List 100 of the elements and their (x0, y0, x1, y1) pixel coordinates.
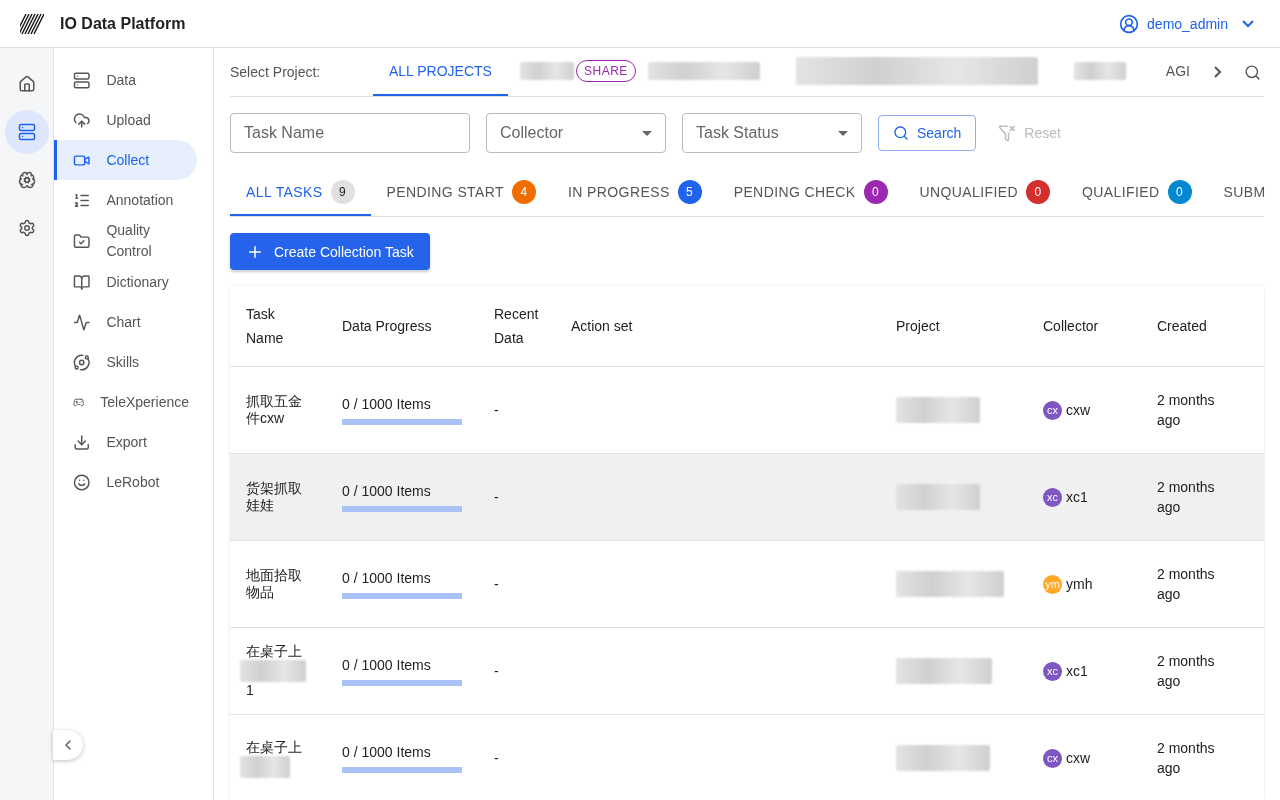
recent-data-text: - (494, 662, 500, 680)
nav-item[interactable]: Export (54, 422, 197, 462)
created-text: 2 months ago (1157, 478, 1216, 517)
task-name: 1 (246, 682, 255, 699)
count-badge: 9 (330, 179, 355, 204)
nav-item[interactable]: Chart (54, 302, 197, 342)
wave-icon (73, 312, 91, 332)
collector-name: cxw (1066, 749, 1091, 767)
created-text: 2 months ago (1157, 652, 1216, 691)
status-select[interactable]: Task Status (682, 113, 862, 153)
status-tab[interactable]: SUBM (1207, 169, 1266, 216)
avatar: ym (1043, 574, 1062, 594)
redacted-label (519, 62, 574, 80)
created-text: 2 months ago (1157, 739, 1216, 778)
status-tab[interactable]: PENDING CHECK 0 (717, 169, 904, 216)
avatar: cx (1043, 748, 1062, 768)
brain-gear-icon (17, 171, 36, 189)
table-row[interactable]: 抓取五金件cxw 0 / 1000 Items - cx cxw 2 months ago (230, 367, 1264, 454)
created-text: 2 months ago (1157, 391, 1216, 430)
folder-check-icon (73, 231, 91, 251)
project-tab[interactable]: ALL PROJECTS (373, 48, 508, 96)
collector-name: xc1 (1066, 662, 1088, 680)
book-icon (73, 272, 91, 292)
task-name: 货架抓取娃娃 (246, 480, 303, 514)
avatar: xc (1043, 661, 1062, 681)
count-badge: 4 (512, 179, 536, 204)
collector-name: cxw (1066, 401, 1091, 419)
count-badge: 5 (677, 179, 702, 204)
count-badge: 0 (1167, 179, 1192, 204)
project-tab[interactable]: AGI (1149, 48, 1206, 96)
search-icon (893, 125, 909, 141)
column-header: Collector (1042, 317, 1100, 336)
status-tab[interactable]: ALL TASKS 9 (230, 169, 371, 216)
column-header: Recent Data (493, 305, 540, 348)
home-icon (17, 75, 36, 93)
created-text: 2 months ago (1157, 565, 1216, 604)
table-row[interactable]: 货架抓取娃娃 0 / 1000 Items - xc xc1 2 months ago (230, 454, 1264, 541)
collector-name: xc1 (1066, 488, 1088, 506)
nav-item[interactable]: LeRobot (54, 462, 197, 502)
avatar: cx (1043, 400, 1062, 420)
status-tab[interactable]: QUALIFIED 0 (1066, 169, 1208, 216)
cloud-upload-icon (73, 110, 91, 130)
table-row[interactable]: 在桌子上 0 / 1000 Items - cx cxw 2 months ago (230, 715, 1264, 800)
nav-item[interactable]: TeleXperience (54, 382, 197, 422)
app-title: IO Data Platform (60, 14, 187, 33)
progress-text: 0 / 1000 Items (342, 569, 432, 587)
status-tab[interactable]: PENDING START 4 (370, 169, 552, 216)
avatar: xc (1043, 487, 1062, 507)
column-header: Action set (570, 317, 634, 336)
column-header: Project (895, 317, 941, 336)
project-tab[interactable]: SHARE (507, 48, 636, 96)
rings-icon (73, 352, 91, 372)
nav-item[interactable]: Data (54, 60, 197, 100)
progress-text: 0 / 1000 Items (342, 482, 432, 500)
progress-text: 0 / 1000 Items (342, 743, 432, 761)
count-badge: 0 (1026, 179, 1051, 204)
recent-data-text: - (494, 749, 500, 767)
task-name: 在桌子上 (246, 643, 303, 660)
recent-data-text: - (494, 488, 500, 506)
status-tab[interactable]: IN PROGRESS 5 (552, 169, 718, 216)
chevron-right-icon (1213, 66, 1222, 78)
logo-icon (20, 11, 44, 36)
task-name: 地面拾取物品 (246, 567, 303, 601)
column-header: Created (1156, 317, 1208, 336)
recent-data-text: - (494, 575, 500, 593)
stack-icon (73, 70, 91, 90)
nav-item[interactable]: Collect (54, 140, 197, 180)
chevron-down-icon (1242, 19, 1254, 28)
download-icon (73, 432, 91, 452)
search-button[interactable]: Search (878, 115, 977, 151)
create-task-button[interactable]: Create Collection Task (230, 233, 430, 270)
collector-select[interactable]: Collector (486, 113, 666, 153)
column-header: Task Name (245, 305, 285, 348)
stack-icon (17, 123, 36, 141)
collector-name: ymh (1066, 575, 1093, 593)
redacted-label (1073, 62, 1126, 80)
recent-data-text: - (494, 401, 500, 419)
table-row[interactable]: 地面拾取物品 0 / 1000 Items - ym ymh 2 months ago (230, 541, 1264, 628)
filter-clear-icon (998, 124, 1017, 142)
project-label: Select Project: (230, 64, 322, 80)
nav-item[interactable]: Quality Control (54, 220, 197, 262)
nav-item[interactable]: Skills (54, 342, 197, 382)
nav-item[interactable]: Dictionary (54, 262, 197, 302)
task-name: 在桌子上 (246, 738, 303, 756)
status-tab[interactable]: UNQUALIFIED 0 (903, 169, 1067, 216)
settings-icon (17, 219, 36, 237)
progress-text: 0 / 1000 Items (342, 656, 432, 674)
search-icon (1243, 63, 1261, 81)
count-badge: 0 (863, 179, 888, 204)
nav-item[interactable]: Upload (54, 100, 197, 140)
task-name-field[interactable]: Task Name (230, 113, 470, 153)
column-header: Data Progress (341, 317, 433, 336)
user-icon (1119, 13, 1140, 34)
progress-text: 0 / 1000 Items (342, 395, 432, 413)
smiley-icon (73, 472, 91, 492)
dropdown-arrow-icon (838, 130, 848, 136)
user-menu[interactable]: demo_admin (1119, 13, 1254, 34)
nav-item[interactable]: Annotation (54, 180, 197, 220)
table-row[interactable]: 在桌子上 1 0 / 1000 Items - xc xc1 2 months ago (230, 628, 1264, 715)
rail-button[interactable] (4, 110, 49, 154)
